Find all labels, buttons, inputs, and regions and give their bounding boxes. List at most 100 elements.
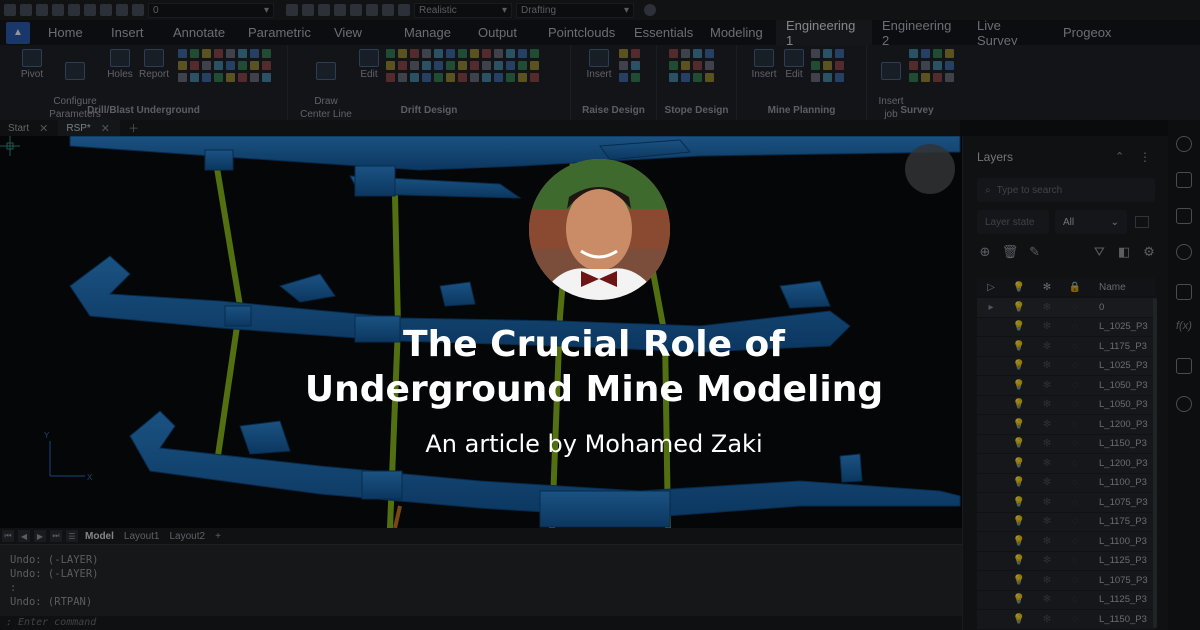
ribbon-tool-icon[interactable] <box>178 73 187 82</box>
layer-freeze-icon[interactable]: ✻ <box>1033 321 1061 332</box>
tab-home[interactable]: Home <box>38 20 101 45</box>
ribbon-tool-icon[interactable] <box>226 73 235 82</box>
last-layout-icon[interactable]: ⏭ <box>50 530 62 542</box>
lightbulb-icon[interactable] <box>132 4 144 16</box>
layer-on-icon[interactable]: 💡 <box>1005 477 1033 488</box>
ribbon-tool-icon[interactable] <box>458 73 467 82</box>
layer-tool-icon[interactable] <box>398 4 410 16</box>
layer-dropdown[interactable]: 0 ▾ <box>148 2 274 18</box>
new-tab-button[interactable]: ＋ <box>120 120 149 136</box>
ribbon-tool-icon[interactable] <box>619 49 628 58</box>
ribbon-tool-icon[interactable] <box>410 73 419 82</box>
ribbon-tool-icon[interactable] <box>214 61 223 70</box>
add-layout-icon[interactable]: + <box>212 531 224 542</box>
layer-row[interactable]: 💡 ✻ ◌ L_1150_P3 <box>977 610 1155 630</box>
layer-on-icon[interactable]: 💡 <box>1005 419 1033 430</box>
ribbon-tool-icon[interactable] <box>434 61 443 70</box>
layer-freeze-icon[interactable]: ✻ <box>1033 380 1061 391</box>
layer-tool-icon[interactable] <box>350 4 362 16</box>
ribbon-tool-icon[interactable] <box>669 73 678 82</box>
layer-lock-icon[interactable]: ◌ <box>1061 399 1089 410</box>
ribbon-tool-icon[interactable] <box>202 49 211 58</box>
ribbon-tool-icon[interactable] <box>530 49 539 58</box>
ribbon-tool-icon[interactable] <box>619 61 628 70</box>
redo-icon[interactable] <box>116 4 128 16</box>
layer-on-icon[interactable]: 💡 <box>1005 380 1033 391</box>
layer-freeze-icon[interactable]: ✻ <box>1033 594 1061 605</box>
layers-icon[interactable] <box>1176 208 1192 224</box>
layer-on-icon[interactable]: 💡 <box>1005 321 1033 332</box>
ribbon-tool-icon[interactable] <box>410 61 419 70</box>
ribbon-tool-icon[interactable] <box>386 61 395 70</box>
ribbon-tool-icon[interactable] <box>238 49 247 58</box>
ribbon-tool-icon[interactable] <box>494 61 503 70</box>
layer-states-icon[interactable]: ◧ <box>1116 244 1132 260</box>
layer-tool-icon[interactable] <box>286 4 298 16</box>
ribbon-tool-icon[interactable] <box>631 73 640 82</box>
layer-tool-icon[interactable] <box>334 4 346 16</box>
tab-parametric[interactable]: Parametric <box>238 20 324 45</box>
function-icon[interactable]: f(x) <box>1176 320 1192 336</box>
doc-tab-rsp[interactable]: RSP* ✕ <box>58 120 121 136</box>
layer-on-icon[interactable]: 💡 <box>1005 594 1033 605</box>
layer-on-icon[interactable]: 💡 <box>1005 438 1033 449</box>
ribbon-tool-icon[interactable] <box>482 49 491 58</box>
layer-row[interactable]: 💡 ✻ ◌ L_1100_P3 <box>977 532 1155 552</box>
tab-output[interactable]: Output <box>468 20 538 45</box>
ribbon-tool-icon[interactable] <box>945 73 954 82</box>
expand-collapse-icon[interactable]: ⌃ <box>1115 150 1124 163</box>
new-file-icon[interactable] <box>4 4 16 16</box>
next-layout-icon[interactable]: ▶ <box>34 530 46 542</box>
tab-manage[interactable]: Manage <box>394 20 468 45</box>
open-file-icon[interactable] <box>20 4 32 16</box>
ribbon-tool-icon[interactable] <box>386 49 395 58</box>
layer-row[interactable]: 💡 ✻ ◌ L_1075_P3 <box>977 571 1155 591</box>
ribbon-tool-icon[interactable] <box>669 61 678 70</box>
ribbon-tool-icon[interactable] <box>482 61 491 70</box>
ribbon-tool-icon[interactable] <box>410 49 419 58</box>
ribbon-tool-icon[interactable] <box>835 73 844 82</box>
ribbon-tool-icon[interactable] <box>811 61 820 70</box>
layer-tool-icon[interactable] <box>366 4 378 16</box>
ribbon-tool-icon[interactable] <box>494 73 503 82</box>
ribbon-tool-icon[interactable] <box>422 73 431 82</box>
layer-freeze-icon[interactable]: ✻ <box>1033 419 1061 430</box>
layer-freeze-icon[interactable]: ✻ <box>1033 536 1061 547</box>
ribbon-tool-icon[interactable] <box>178 49 187 58</box>
layer-freeze-icon[interactable]: ✻ <box>1033 575 1061 586</box>
attachment-icon[interactable] <box>1176 244 1192 260</box>
ribbon-tool-icon[interactable] <box>909 73 918 82</box>
ribbon-tool-icon[interactable] <box>518 49 527 58</box>
ribbon-tool-icon[interactable] <box>705 49 714 58</box>
filter-icon[interactable]: ⛛ <box>1091 244 1107 260</box>
raise-insert-button[interactable]: Insert <box>581 49 617 80</box>
layer-on-icon[interactable]: 💡 <box>1005 614 1033 625</box>
tab-progeox[interactable]: Progeox <box>1053 20 1123 45</box>
ribbon-tool-icon[interactable] <box>921 61 930 70</box>
ribbon-tool-icon[interactable] <box>811 73 820 82</box>
tab-annotate[interactable]: Annotate <box>163 20 238 45</box>
layer-freeze-icon[interactable]: ✻ <box>1033 360 1061 371</box>
ribbon-tool-icon[interactable] <box>945 61 954 70</box>
ribbon-tool-icon[interactable] <box>226 49 235 58</box>
ribbon-tool-icon[interactable] <box>262 73 271 82</box>
ribbon-tool-icon[interactable] <box>422 61 431 70</box>
tab-insert[interactable]: Insert <box>101 20 163 45</box>
close-icon[interactable]: ✕ <box>101 122 110 135</box>
ribbon-tool-icon[interactable] <box>530 61 539 70</box>
name-column-header[interactable]: Name <box>1099 282 1126 293</box>
ribbon-tool-icon[interactable] <box>214 73 223 82</box>
holes-button[interactable]: Holes <box>104 49 136 80</box>
layer-row[interactable]: 💡 ✻ ◌ L_1050_P3 <box>977 395 1155 415</box>
ribbon-tool-icon[interactable] <box>835 61 844 70</box>
ribbon-tool-icon[interactable] <box>250 73 259 82</box>
layer-on-icon[interactable]: 💡 <box>1005 341 1033 352</box>
ribbon-tool-icon[interactable] <box>226 61 235 70</box>
layer-lock-icon[interactable]: ◌ <box>1061 458 1089 469</box>
brush-icon[interactable]: ✎ <box>1027 244 1043 260</box>
layer-row[interactable]: 💡 ✻ ◌ L_1075_P3 <box>977 493 1155 513</box>
ribbon-tool-icon[interactable] <box>434 49 443 58</box>
drift-edit-button[interactable]: Edit <box>354 49 384 80</box>
workspace-dropdown[interactable]: Drafting ▾ <box>516 2 634 18</box>
layer-on-icon[interactable]: 💡 <box>1005 458 1033 469</box>
